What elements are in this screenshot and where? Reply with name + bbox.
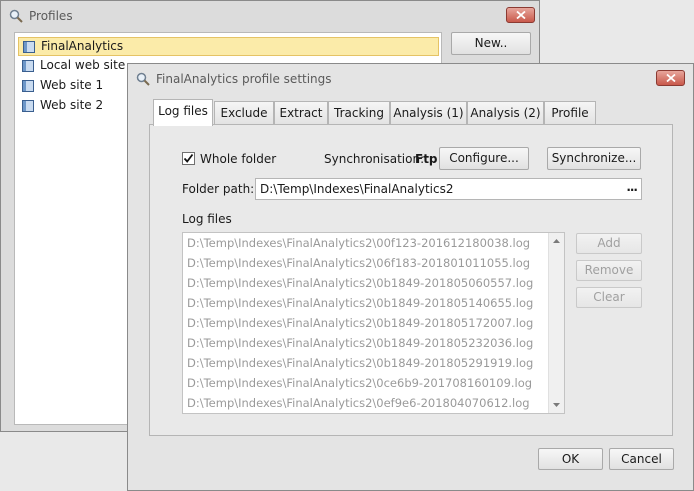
- checkmark-icon: [183, 153, 194, 163]
- log-file-row[interactable]: D:\Temp\Indexes\FinalAnalytics2\0b1849-2…: [187, 276, 533, 290]
- tab-profile[interactable]: Profile: [544, 101, 596, 125]
- log-files-scrollbar[interactable]: [548, 233, 564, 413]
- book-icon: [23, 41, 35, 53]
- folder-path-value: D:\Temp\Indexes\FinalAnalytics2: [260, 182, 454, 196]
- tab-analysis-2[interactable]: Analysis (2): [467, 101, 544, 125]
- synchronisation-label: Synchronisation:: [324, 152, 425, 166]
- profile-item-label: Web site 1: [40, 78, 104, 92]
- profile-item-label: FinalAnalytics: [41, 39, 124, 53]
- folder-path-field[interactable]: D:\Temp\Indexes\FinalAnalytics2 ...: [255, 178, 642, 200]
- tab-tracking[interactable]: Tracking: [328, 101, 390, 125]
- log-file-row[interactable]: D:\Temp\Indexes\FinalAnalytics2\00f123-2…: [187, 236, 530, 250]
- profile-item-label: Web site 2: [40, 98, 104, 112]
- log-files-label: Log files: [182, 212, 232, 226]
- ok-button[interactable]: OK: [538, 448, 603, 470]
- settings-close-button[interactable]: [656, 70, 685, 86]
- whole-folder-label: Whole folder: [200, 152, 277, 166]
- synchronisation-value: Ftp: [415, 152, 438, 166]
- configure-button[interactable]: Configure...: [439, 147, 529, 170]
- profiles-titlebar[interactable]: Profiles: [1, 1, 539, 31]
- new-profile-button[interactable]: New..: [451, 32, 531, 55]
- tab-extract[interactable]: Extract: [274, 101, 328, 125]
- log-file-row[interactable]: D:\Temp\Indexes\FinalAnalytics2\0b1849-2…: [187, 296, 533, 310]
- magnifier-icon: [9, 9, 23, 23]
- whole-folder-checkbox[interactable]: [182, 152, 195, 165]
- add-button[interactable]: Add: [576, 233, 642, 254]
- book-icon: [22, 60, 34, 72]
- synchronize-button[interactable]: Synchronize...: [547, 147, 641, 170]
- settings-titlebar[interactable]: FinalAnalytics profile settings: [128, 64, 693, 94]
- book-icon: [22, 80, 34, 92]
- clear-button[interactable]: Clear: [576, 287, 642, 308]
- book-icon: [22, 100, 34, 112]
- remove-button[interactable]: Remove: [576, 260, 642, 281]
- settings-title: FinalAnalytics profile settings: [156, 72, 332, 86]
- magnifier-icon: [136, 72, 150, 86]
- profiles-title: Profiles: [29, 9, 73, 23]
- log-file-row[interactable]: D:\Temp\Indexes\FinalAnalytics2\0b1849-2…: [187, 336, 533, 350]
- tab-exclude[interactable]: Exclude: [214, 101, 274, 125]
- log-file-row[interactable]: D:\Temp\Indexes\FinalAnalytics2\0b1849-2…: [187, 316, 533, 330]
- folder-path-label: Folder path:: [182, 182, 255, 196]
- scroll-down-icon[interactable]: [549, 400, 564, 410]
- browse-button[interactable]: ...: [626, 180, 638, 194]
- log-files-list[interactable]: D:\Temp\Indexes\FinalAnalytics2\00f123-2…: [182, 232, 565, 414]
- close-icon: [666, 74, 676, 82]
- cancel-button[interactable]: Cancel: [609, 448, 674, 470]
- log-file-row[interactable]: D:\Temp\Indexes\FinalAnalytics2\0ce6b9-2…: [187, 376, 532, 390]
- log-files-panel: Whole folder Synchronisation: Ftp Config…: [149, 124, 673, 436]
- close-icon: [516, 11, 526, 19]
- log-file-row[interactable]: D:\Temp\Indexes\FinalAnalytics2\0b1849-2…: [187, 356, 533, 370]
- tab-analysis-1[interactable]: Analysis (1): [390, 101, 467, 125]
- profiles-close-button[interactable]: [506, 7, 535, 23]
- profile-item-finalanalytics[interactable]: FinalAnalytics: [18, 37, 439, 56]
- tab-log-files[interactable]: Log files: [153, 99, 213, 126]
- scroll-up-icon[interactable]: [549, 236, 564, 246]
- profile-item-label: Local web site: [40, 58, 126, 72]
- log-file-row[interactable]: D:\Temp\Indexes\FinalAnalytics2\06f183-2…: [187, 256, 530, 270]
- log-file-row[interactable]: D:\Temp\Indexes\FinalAnalytics2\0ef9e6-2…: [187, 396, 530, 410]
- profile-settings-window: FinalAnalytics profile settings Log file…: [127, 63, 694, 491]
